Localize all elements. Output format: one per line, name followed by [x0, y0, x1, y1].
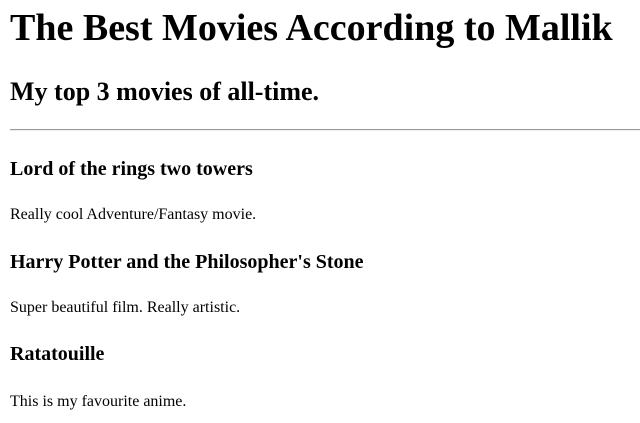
movie-description-harry-potter: Super beautiful film. Really artistic. — [10, 299, 241, 316]
page-subtitle: My top 3 movies of all-time. — [10, 77, 320, 106]
movie-description-lotr: Really cool Adventure/Fantasy movie. — [10, 206, 257, 223]
movie-description-ratatouille: This is my favourite anime. — [10, 393, 187, 410]
divider — [10, 129, 640, 131]
page: The Best Movies According to Mallik My t… — [0, 0, 640, 423]
movie-title-lotr: Lord of the rings two towers — [10, 158, 253, 180]
movie-title-ratatouille: Ratatouille — [10, 343, 105, 365]
movie-title-harry-potter: Harry Potter and the Philosopher's Stone — [10, 251, 364, 273]
page-title: The Best Movies According to Mallik — [10, 7, 613, 49]
